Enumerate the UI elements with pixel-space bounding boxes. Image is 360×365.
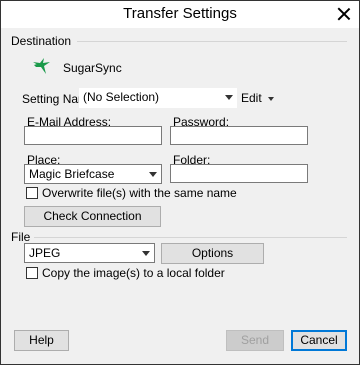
title-bar: Transfer Settings [1, 1, 359, 28]
password-field[interactable] [170, 126, 308, 145]
overwrite-label: Overwrite file(s) with the same name [42, 186, 237, 200]
file-format-select[interactable]: JPEG [24, 243, 155, 263]
file-group-label: File [11, 230, 31, 244]
window-title: Transfer Settings [123, 5, 237, 22]
file-format-value: JPEG [29, 246, 61, 260]
edit-menu-button[interactable]: Edit [241, 91, 274, 105]
folder-field[interactable] [170, 164, 308, 183]
edit-label: Edit [241, 91, 262, 105]
setting-name-value: (No Selection) [83, 90, 160, 104]
service-name: SugarSync [63, 61, 122, 75]
check-connection-button[interactable]: Check Connection [24, 206, 161, 227]
place-select[interactable]: Magic Briefcase [24, 164, 162, 184]
email-field[interactable] [24, 126, 162, 145]
chevron-down-icon [267, 96, 274, 101]
overwrite-checkbox[interactable] [26, 187, 38, 199]
copy-local-checkbox[interactable] [26, 267, 38, 279]
place-value: Magic Briefcase [29, 167, 115, 181]
chevron-down-icon [225, 95, 233, 100]
help-button[interactable]: Help [14, 330, 69, 351]
file-group-divider [34, 237, 347, 238]
close-icon[interactable] [337, 7, 351, 21]
copy-local-label: Copy the image(s) to a local folder [42, 266, 225, 280]
chevron-down-icon [142, 251, 150, 256]
send-button[interactable]: Send [226, 330, 284, 351]
setting-name-select[interactable]: (No Selection) [79, 88, 237, 108]
cancel-button[interactable]: Cancel [291, 330, 347, 351]
destination-group-divider [77, 41, 347, 42]
options-button[interactable]: Options [161, 243, 264, 264]
chevron-down-icon [149, 172, 157, 177]
hummingbird-logo-icon [33, 58, 50, 74]
destination-group-label: Destination [11, 34, 72, 48]
transfer-settings-dialog: Transfer Settings Destination SugarSync … [0, 0, 360, 365]
